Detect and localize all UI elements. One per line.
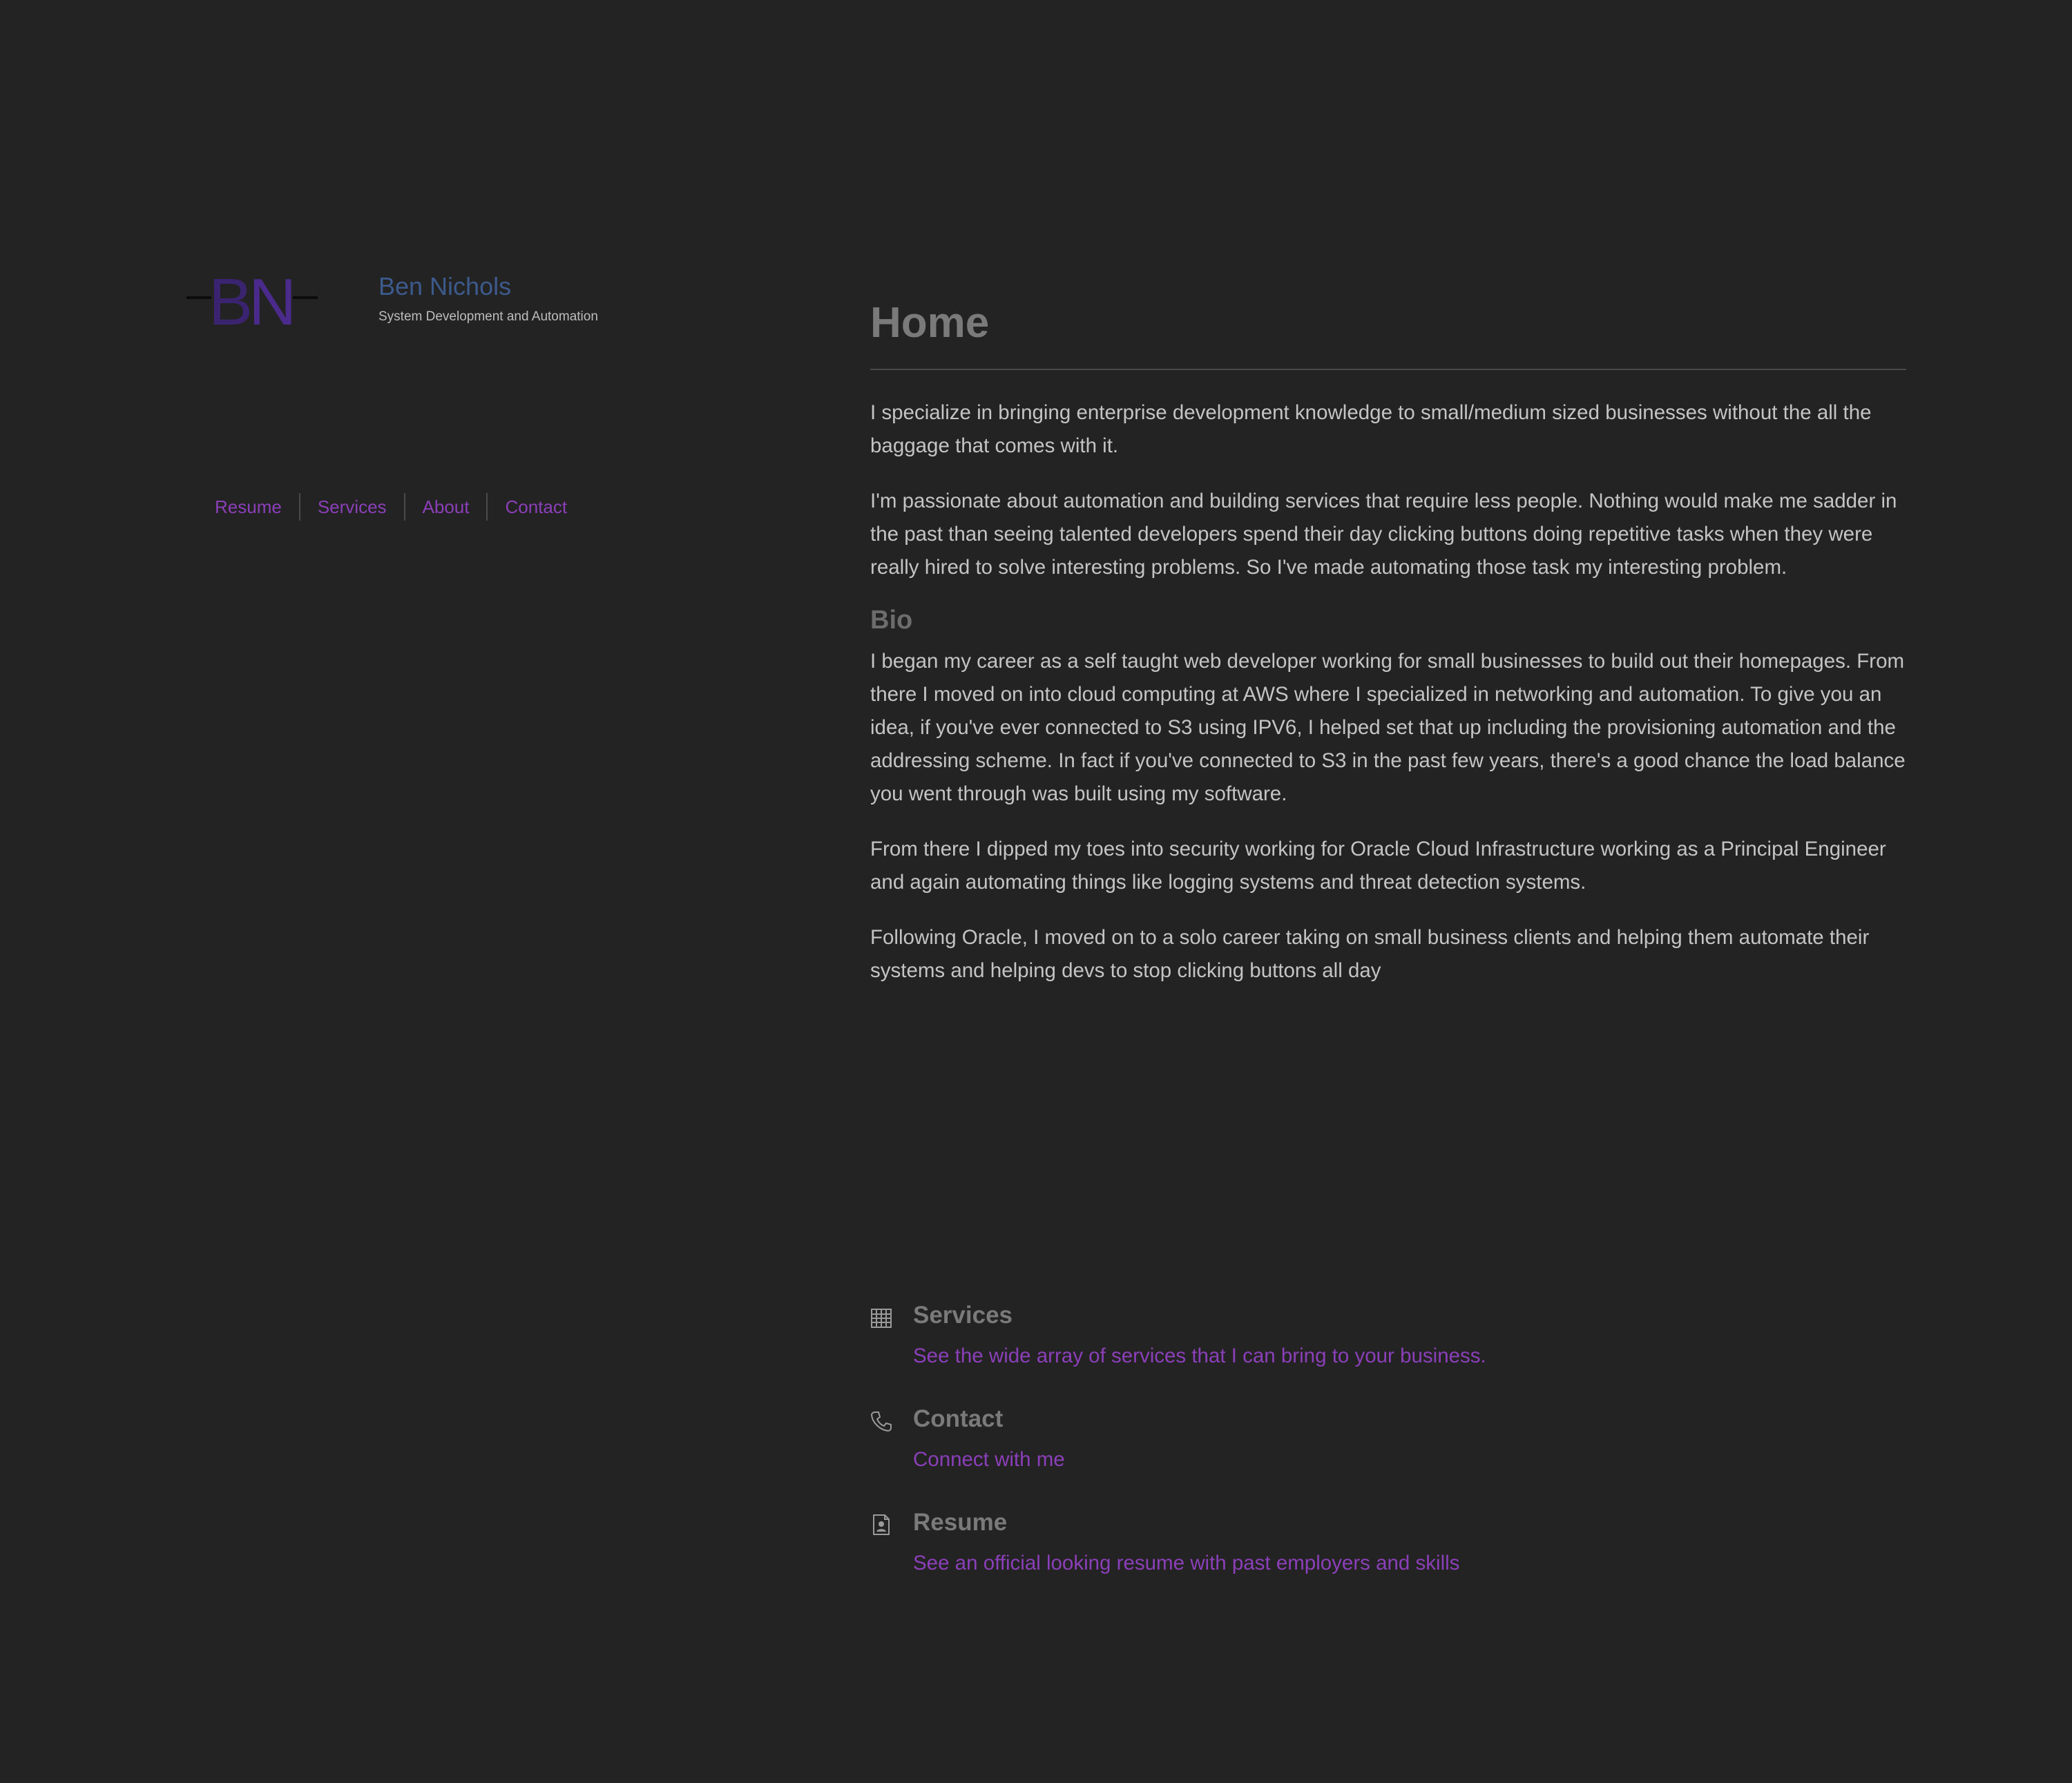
phone-icon — [871, 1411, 892, 1432]
feature-contact: Contact Connect with me — [870, 1402, 1906, 1505]
feature-list: Services See the wide array of services … — [870, 1298, 1906, 1609]
nav-link-contact[interactable]: Contact — [486, 493, 584, 521]
nav-link-resume[interactable]: Resume — [198, 493, 299, 521]
feature-title: Resume — [913, 1509, 1008, 1536]
services-link[interactable]: See the wide array of services that I ca… — [913, 1342, 1486, 1370]
feature-title: Services — [913, 1302, 1013, 1329]
bio-paragraph: From there I dipped my toes into securit… — [870, 838, 1886, 894]
bn-monogram-logo[interactable]: B N — [184, 264, 322, 340]
page-title: Home — [870, 299, 990, 347]
resume-document-icon — [873, 1514, 890, 1535]
svg-text:B: B — [209, 265, 253, 339]
title-divider — [870, 369, 1906, 370]
intro-paragraph: I specialize in bringing enterprise deve… — [870, 401, 1872, 457]
bio-paragraph: Following Oracle, I moved on to a solo c… — [870, 926, 1870, 982]
main-nav: Resume Services About Contact — [198, 493, 584, 521]
svg-text:N: N — [249, 265, 296, 339]
site-brand[interactable]: B N Ben Nichols System Development and A… — [184, 264, 667, 340]
bio-paragraph: I began my career as a self taught web d… — [870, 650, 1906, 805]
feature-services: Services See the wide array of services … — [870, 1298, 1906, 1402]
site-title[interactable]: Ben Nichols — [378, 272, 511, 301]
nav-link-services[interactable]: Services — [298, 493, 404, 521]
feature-resume: Resume See an official looking resume wi… — [870, 1505, 1906, 1609]
contact-link[interactable]: Connect with me — [913, 1446, 1065, 1474]
main-content: Home I specialize in bringing enterprise… — [870, 297, 1906, 1010]
resume-link[interactable]: See an official looking resume with past… — [913, 1550, 1459, 1577]
building-icon — [871, 1309, 892, 1328]
intro-paragraph: I'm passionate about automation and buil… — [870, 490, 1897, 579]
nav-link-about[interactable]: About — [403, 493, 487, 521]
site-tagline: System Development and Automation — [378, 309, 598, 324]
bio-heading: Bio — [870, 606, 913, 635]
feature-title: Contact — [913, 1405, 1004, 1432]
